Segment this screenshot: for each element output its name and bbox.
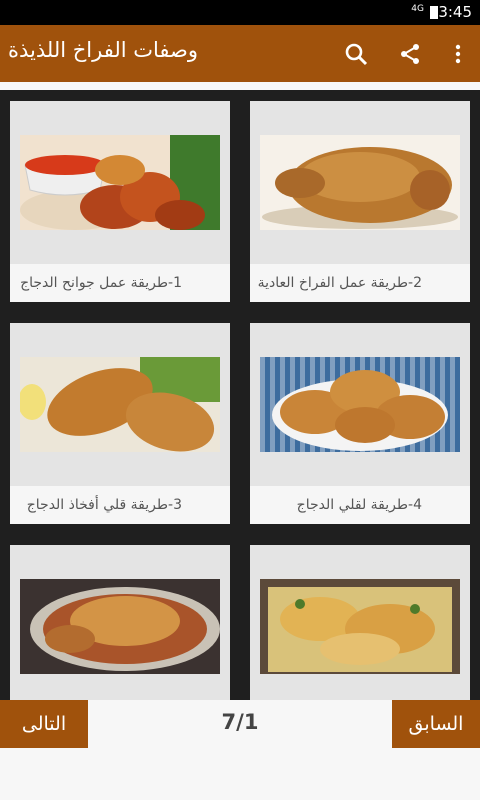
app-title: وصفات الفراخ اللذيذة	[7, 38, 198, 62]
divider	[0, 82, 480, 90]
recipe-card[interactable]: 1-طريقة عمل جوانح الدجاج	[10, 101, 230, 302]
recipe-card[interactable]: 3-طريقة قلي أفخاذ الدجاج	[10, 323, 230, 524]
next-button[interactable]: التالى	[0, 700, 88, 748]
page-indicator: 7/1	[221, 710, 259, 734]
pagination-bar: التالى 7/1 السابق	[0, 700, 480, 800]
share-icon[interactable]	[388, 25, 432, 82]
recipe-caption: 3-طريقة قلي أفخاذ الدجاج	[10, 486, 230, 524]
recipe-caption: 1-طريقة عمل جوانح الدجاج	[10, 264, 230, 302]
recipe-caption: 4-طريقة لقلي الدجاج	[250, 486, 470, 524]
network-indicator: 4G	[411, 4, 424, 14]
recipe-card[interactable]	[10, 545, 230, 700]
recipe-image	[260, 135, 460, 230]
status-time: 3:45	[438, 3, 472, 21]
previous-button[interactable]: السابق	[392, 700, 480, 748]
recipe-image	[260, 579, 460, 674]
recipe-image	[20, 579, 220, 674]
recipe-image	[260, 357, 460, 452]
recipe-image	[20, 135, 220, 230]
recipe-grid: 1-طريقة عمل جوانح الدجاج 2-طريقة عمل الف…	[0, 90, 480, 700]
more-vert-icon[interactable]	[436, 25, 480, 82]
recipe-card[interactable]: 4-طريقة لقلي الدجاج	[250, 323, 470, 524]
recipe-card[interactable]: 2-طريقة عمل الفراخ العادية	[250, 101, 470, 302]
app-bar: وصفات الفراخ اللذيذة	[0, 25, 480, 82]
status-bar: 4G 3:45	[0, 0, 480, 25]
recipe-image	[20, 357, 220, 452]
recipe-caption: 2-طريقة عمل الفراخ العادية	[250, 264, 470, 302]
recipe-card[interactable]	[250, 545, 470, 700]
battery-icon	[430, 6, 438, 19]
search-icon[interactable]	[334, 25, 378, 82]
